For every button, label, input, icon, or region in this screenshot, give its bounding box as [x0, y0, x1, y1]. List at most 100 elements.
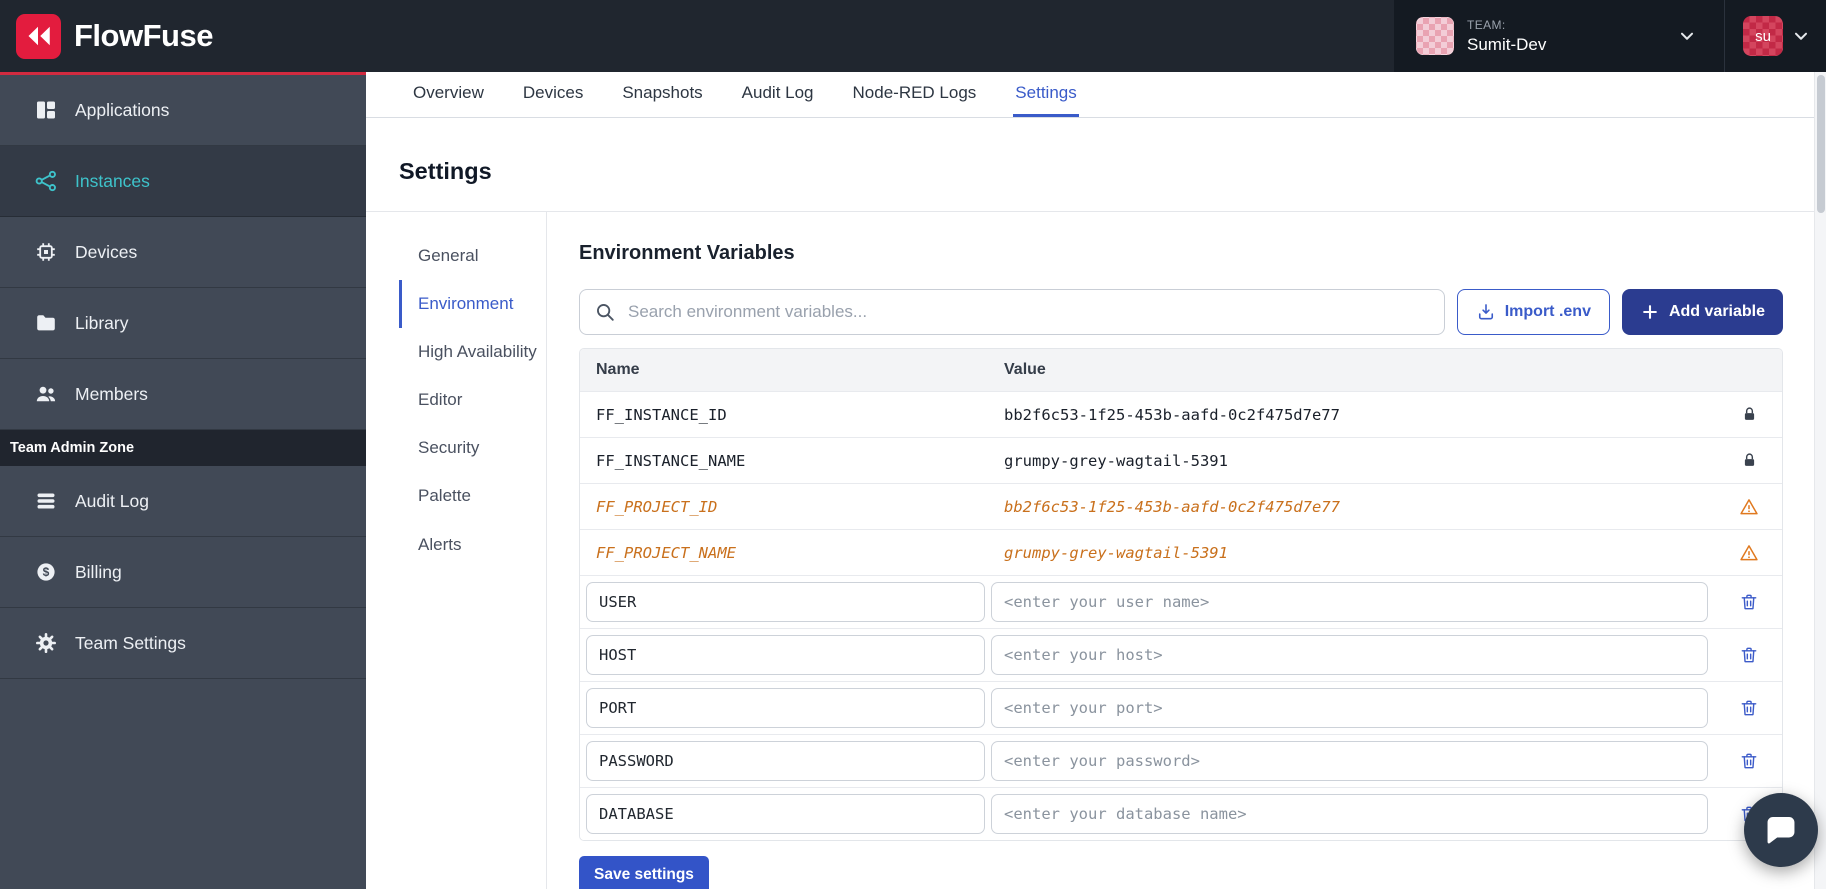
download-icon [1476, 302, 1496, 322]
team-selector[interactable]: TEAM: Sumit-Dev [1394, 0, 1724, 72]
env-var-name-input[interactable] [586, 794, 985, 834]
env-var-value-input[interactable] [991, 582, 1708, 622]
env-var-row-editable [580, 681, 1782, 734]
tab-node-red-logs[interactable]: Node-RED Logs [851, 72, 979, 117]
sidebar-item-audit-log[interactable]: Audit Log [0, 466, 366, 537]
env-var-name-input[interactable] [586, 688, 985, 728]
tab-devices[interactable]: Devices [521, 72, 585, 117]
env-var-row: FF_PROJECT_ID bb2f6c53-1f25-453b-aafd-0c… [580, 483, 1782, 529]
settings-nav-general[interactable]: General [399, 232, 546, 280]
tab-settings[interactable]: Settings [1013, 72, 1078, 117]
settings-nav-high-availability[interactable]: High Availability [399, 328, 546, 376]
env-var-value: bb2f6c53-1f25-453b-aafd-0c2f475d7e77 [988, 406, 1716, 424]
brand-name: FlowFuse [74, 18, 213, 54]
search-box [579, 289, 1445, 335]
tab-snapshots[interactable]: Snapshots [620, 72, 704, 117]
scrollbar-track[interactable] [1814, 72, 1826, 889]
search-input[interactable] [579, 289, 1445, 335]
sidebar: Applications Instances Devices Library M… [0, 72, 366, 889]
team-admin-zone-label: Team Admin Zone [0, 430, 366, 466]
home-link[interactable]: FlowFuse [0, 14, 213, 59]
settings-nav-environment[interactable]: Environment [399, 280, 546, 328]
sidebar-item-library[interactable]: Library [0, 288, 366, 359]
sidebar-item-team-settings[interactable]: Team Settings [0, 608, 366, 679]
column-header-name: Name [580, 361, 988, 379]
team-name: Sumit-Dev [1467, 35, 1663, 55]
sidebar-item-members[interactable]: Members [0, 359, 366, 430]
import-env-button[interactable]: Import .env [1457, 289, 1610, 335]
env-var-value-input[interactable] [991, 688, 1708, 728]
add-variable-label: Add variable [1669, 303, 1765, 321]
add-variable-button[interactable]: Add variable [1622, 289, 1783, 335]
section-title: Environment Variables [579, 242, 1783, 265]
delete-variable-button[interactable] [1735, 694, 1763, 722]
save-settings-button[interactable]: Save settings [579, 856, 709, 889]
devices-icon [34, 240, 58, 264]
tab-overview[interactable]: Overview [411, 72, 486, 117]
env-var-name-input[interactable] [586, 741, 985, 781]
sidebar-item-label: Instances [75, 171, 150, 192]
sidebar-item-instances[interactable]: Instances [0, 146, 366, 217]
user-menu[interactable]: su [1725, 0, 1826, 72]
sidebar-item-devices[interactable]: Devices [0, 217, 366, 288]
settings-nav-security[interactable]: Security [399, 424, 546, 472]
delete-variable-button[interactable] [1735, 588, 1763, 616]
env-var-name: FF_PROJECT_ID [580, 498, 988, 516]
sidebar-item-label: Audit Log [75, 491, 149, 512]
flowfuse-logo-icon [16, 14, 61, 59]
scrollbar-thumb[interactable] [1817, 75, 1825, 213]
sidebar-item-label: Billing [75, 562, 122, 583]
warning-icon [1739, 497, 1759, 517]
env-var-row: FF_PROJECT_NAME grumpy-grey-wagtail-5391 [580, 529, 1782, 575]
env-variables-table: Name Value FF_INSTANCE_ID bb2f6c53-1f25-… [579, 348, 1783, 841]
env-var-name: FF_PROJECT_NAME [580, 544, 988, 562]
lock-icon [1741, 406, 1758, 423]
search-icon [594, 301, 616, 323]
env-var-name: FF_INSTANCE_NAME [580, 452, 988, 470]
library-folder-icon [34, 311, 58, 335]
sidebar-item-billing[interactable]: $ Billing [0, 537, 366, 608]
delete-variable-button[interactable] [1735, 641, 1763, 669]
sidebar-item-label: Team Settings [75, 633, 186, 654]
env-var-value-input[interactable] [991, 635, 1708, 675]
env-var-name-input[interactable] [586, 635, 985, 675]
env-var-value: grumpy-grey-wagtail-5391 [988, 544, 1716, 562]
env-var-name: FF_INSTANCE_ID [580, 406, 988, 424]
settings-side-nav: General Environment High Availability Ed… [399, 212, 547, 889]
applications-icon [34, 98, 58, 122]
env-var-value-input[interactable] [991, 741, 1708, 781]
user-avatar: su [1743, 16, 1783, 56]
settings-nav-editor[interactable]: Editor [399, 376, 546, 424]
instance-tabbar: Overview Devices Snapshots Audit Log Nod… [366, 72, 1826, 118]
audit-log-icon [34, 489, 58, 513]
env-var-row-editable [580, 787, 1782, 840]
chevron-down-icon [1676, 25, 1698, 47]
tab-audit-log[interactable]: Audit Log [740, 72, 816, 117]
sidebar-item-label: Applications [75, 100, 169, 121]
env-var-row: FF_INSTANCE_ID bb2f6c53-1f25-453b-aafd-0… [580, 391, 1782, 437]
sidebar-item-label: Members [75, 384, 148, 405]
trash-icon [1739, 645, 1759, 665]
import-env-label: Import .env [1505, 303, 1591, 321]
delete-variable-button[interactable] [1735, 747, 1763, 775]
trash-icon [1739, 592, 1759, 612]
env-var-value-input[interactable] [991, 794, 1708, 834]
settings-nav-palette[interactable]: Palette [399, 472, 546, 520]
sidebar-item-applications[interactable]: Applications [0, 75, 366, 146]
sidebar-item-label: Library [75, 313, 129, 334]
lock-icon [1741, 452, 1758, 469]
settings-nav-alerts[interactable]: Alerts [399, 521, 546, 569]
svg-text:$: $ [43, 565, 50, 579]
header-right: TEAM: Sumit-Dev su [1394, 0, 1826, 72]
page-title: Settings [399, 158, 1826, 185]
members-icon [34, 382, 58, 406]
column-header-value: Value [988, 361, 1716, 379]
env-var-name-input[interactable] [586, 582, 985, 622]
plus-icon [1640, 302, 1660, 322]
top-header: FlowFuse TEAM: Sumit-Dev su [0, 0, 1826, 72]
table-header-row: Name Value [580, 349, 1782, 391]
env-var-row: FF_INSTANCE_NAME grumpy-grey-wagtail-539… [580, 437, 1782, 483]
chat-widget-button[interactable] [1744, 793, 1818, 867]
chat-bubble-icon [1762, 811, 1800, 849]
env-var-row-editable [580, 628, 1782, 681]
